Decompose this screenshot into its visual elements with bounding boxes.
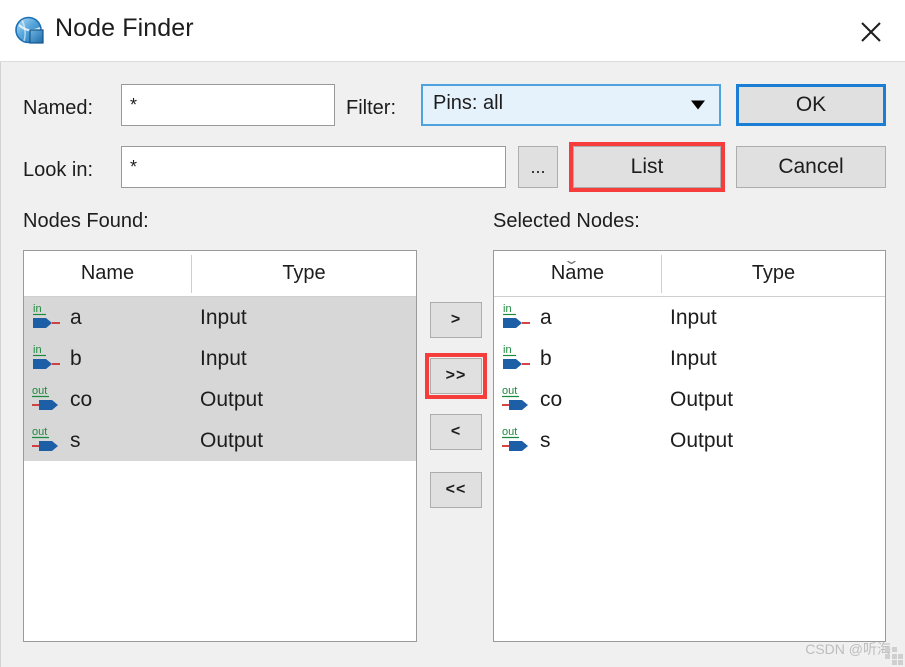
row-node-type: Input <box>200 346 247 370</box>
move-left-button[interactable]: < <box>430 414 482 450</box>
watermark-text: CSDN @听海 <box>805 641 891 657</box>
filter-label: Filter: <box>346 97 396 119</box>
filter-combobox[interactable]: Pins: all <box>421 84 721 126</box>
close-icon[interactable] <box>851 12 891 52</box>
selected-nodes-column-name[interactable]: Name <box>494 251 661 296</box>
svg-text:out: out <box>32 426 47 438</box>
look-in-input[interactable] <box>121 146 506 188</box>
row-node-name: b <box>70 346 82 370</box>
browse-button[interactable]: ... <box>518 146 558 188</box>
table-row[interactable]: out s Output <box>24 420 416 461</box>
nodes-found-header: Name Type <box>24 251 416 297</box>
row-node-name: b <box>540 346 552 370</box>
row-node-type: Output <box>670 428 734 452</box>
ok-button[interactable]: OK <box>736 84 886 126</box>
row-node-name: co <box>540 387 563 411</box>
node-sphere-icon <box>13 15 47 49</box>
table-row[interactable]: in b Input <box>494 338 885 379</box>
table-row[interactable]: out co Output <box>24 379 416 420</box>
selected-nodes-list[interactable]: ⌄ Name Type in a Input in b Input out co Output o… <box>493 250 886 642</box>
window-title: Node Finder <box>55 14 194 42</box>
selected-nodes-rows: in a Input in b Input out co Output out s Output <box>494 297 885 461</box>
look-in-label: Look in: <box>23 159 94 181</box>
pin-out-icon: out <box>32 424 66 456</box>
nodes-found-column-name[interactable]: Name <box>24 251 191 296</box>
nodes-found-title: Nodes Found: <box>23 210 149 232</box>
pin-in-icon: in <box>32 342 66 374</box>
row-node-name: s <box>540 428 551 452</box>
row-node-name: co <box>70 387 93 411</box>
table-row[interactable]: out co Output <box>494 379 885 420</box>
row-node-name: s <box>70 428 81 452</box>
row-node-type: Input <box>670 305 717 329</box>
table-row[interactable]: out s Output <box>494 420 885 461</box>
cancel-button[interactable]: Cancel <box>736 146 886 188</box>
watermark-dots-icon <box>885 647 903 665</box>
move-right-button[interactable]: > <box>430 302 482 338</box>
svg-text:in: in <box>503 303 512 315</box>
chevron-down-icon <box>691 100 705 110</box>
svg-text:out: out <box>32 385 47 397</box>
row-node-name: a <box>540 305 552 329</box>
pin-out-icon: out <box>502 424 536 456</box>
selected-nodes-column-type[interactable]: Type <box>662 251 885 296</box>
nodes-found-column-type[interactable]: Type <box>192 251 416 296</box>
pin-out-icon: out <box>502 383 536 415</box>
row-node-type: Output <box>200 387 264 411</box>
row-node-type: Output <box>200 428 264 452</box>
svg-text:in: in <box>33 344 42 356</box>
table-row[interactable]: in b Input <box>24 338 416 379</box>
named-label: Named: <box>23 97 94 119</box>
move-all-left-button[interactable]: << <box>430 472 482 508</box>
pin-in-icon: in <box>32 301 66 333</box>
svg-text:out: out <box>502 385 517 397</box>
pin-in-icon: in <box>502 301 536 333</box>
svg-text:out: out <box>502 426 517 438</box>
row-node-type: Output <box>670 387 734 411</box>
named-input[interactable] <box>121 84 335 126</box>
dialog-body: Named: Filter: Pins: all OK Look in: ...… <box>0 62 905 667</box>
pin-out-icon: out <box>32 383 66 415</box>
node-finder-dialog: Node Finder Named: Filter: Pins: all OK … <box>0 0 905 667</box>
row-node-type: Input <box>200 305 247 329</box>
list-button[interactable]: List <box>573 146 721 188</box>
selected-nodes-title: Selected Nodes: <box>493 210 640 232</box>
table-row[interactable]: in a Input <box>494 297 885 338</box>
row-node-type: Input <box>670 346 717 370</box>
nodes-found-list[interactable]: Name Type in a Input in b Input out co Output out… <box>23 250 417 642</box>
title-bar: Node Finder <box>0 0 905 62</box>
selected-nodes-header: ⌄ Name Type <box>494 251 885 297</box>
pin-in-icon: in <box>502 342 536 374</box>
svg-text:in: in <box>33 303 42 315</box>
table-row[interactable]: in a Input <box>24 297 416 338</box>
row-node-name: a <box>70 305 82 329</box>
svg-text:in: in <box>503 344 512 356</box>
filter-combobox-value: Pins: all <box>433 92 504 114</box>
move-all-right-button[interactable]: >> <box>430 358 482 394</box>
nodes-found-rows: in a Input in b Input out co Output out s Output <box>24 297 416 461</box>
